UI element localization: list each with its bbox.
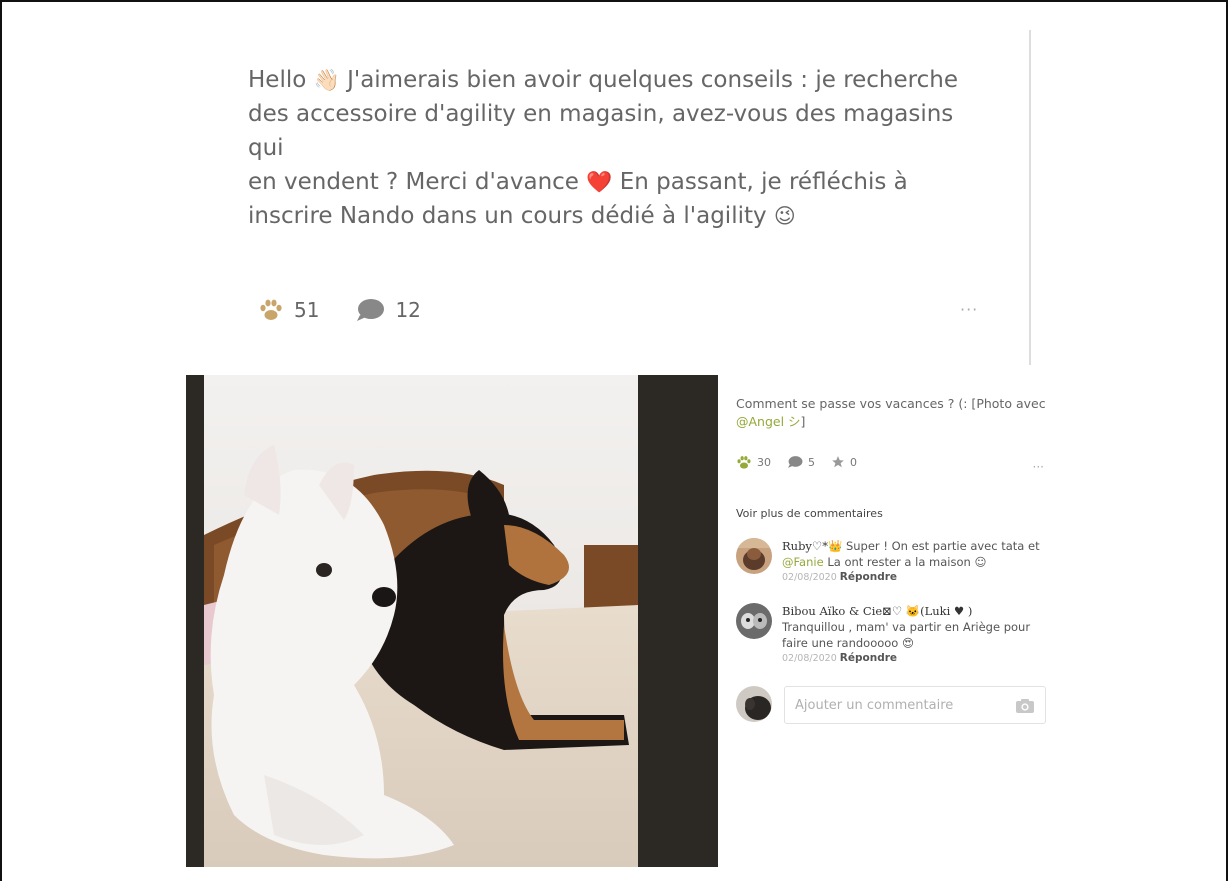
add-comment-row: Ajouter un commentaire [736, 686, 1048, 724]
comment-button[interactable]: 12 [355, 298, 421, 322]
comment-item: Ruby♡*👑 Super ! On est partie avec tata … [736, 538, 1048, 585]
see-more-comments-link[interactable]: Voir plus de commentaires [736, 507, 1048, 520]
comment-input-placeholder: Ajouter un commentaire [795, 697, 954, 713]
speech-bubble-icon [357, 299, 385, 321]
comment-input[interactable]: Ajouter un commentaire [784, 686, 1046, 724]
dogs-photo [204, 375, 638, 867]
comment-date: 02/08/2020 [782, 572, 837, 583]
comment-text: Ruby♡*👑 Super ! On est partie avec tata … [782, 539, 1040, 569]
post-actions: 51 12 [258, 298, 457, 322]
card-star-button[interactable]: 0 [831, 455, 857, 469]
post-text: Hello 👋🏻 J'aimerais bien avoir quelques … [248, 67, 958, 229]
photo-viewer[interactable] [186, 375, 718, 867]
avatar[interactable] [736, 603, 772, 639]
paw-icon [260, 299, 282, 320]
comment-text: Bibou Aïko & Cie⊠♡ 🐱(Luki ♥ ) Tranquillo… [782, 603, 1048, 651]
reply-button[interactable]: Répondre [840, 652, 897, 664]
post-caption: Comment se passe vos vacances ? (: [Phot… [736, 396, 1046, 429]
paw-like-button[interactable]: 51 [258, 298, 319, 322]
card-more-button[interactable]: ··· [1033, 460, 1044, 474]
comment-date: 02/08/2020 [782, 653, 837, 664]
paw-icon [737, 455, 751, 469]
more-options-button[interactable]: ··· [960, 300, 978, 319]
comment-author[interactable]: Ruby♡*👑 [782, 539, 842, 553]
comment-count: 12 [395, 298, 421, 322]
card-comment-button[interactable]: 5 [787, 455, 815, 469]
reply-button[interactable]: Répondre [840, 571, 897, 583]
comment-author[interactable]: Bibou Aïko & Cie⊠♡ 🐱(Luki ♥ ) [782, 603, 1048, 619]
camera-icon[interactable] [1015, 698, 1035, 714]
mention-link[interactable]: @Fanie [782, 555, 824, 569]
card-paw-button[interactable]: 30 [736, 455, 771, 470]
comment-meta: 02/08/2020 Répondre [782, 570, 1048, 585]
comment-item: Bibou Aïko & Cie⊠♡ 🐱(Luki ♥ ) Tranquillo… [736, 603, 1048, 666]
speech-bubble-icon [788, 456, 803, 468]
card-stats: 30 5 0 [736, 453, 1048, 471]
avatar[interactable] [736, 538, 772, 574]
star-icon [832, 456, 844, 468]
paw-count: 51 [294, 298, 320, 322]
comment-meta: 02/08/2020 Répondre [782, 651, 1048, 666]
divider [1029, 30, 1031, 365]
post-card: Comment se passe vos vacances ? (: [Phot… [736, 395, 1048, 724]
mention-link[interactable]: @Angel シ [736, 414, 801, 429]
avatar [736, 686, 772, 722]
